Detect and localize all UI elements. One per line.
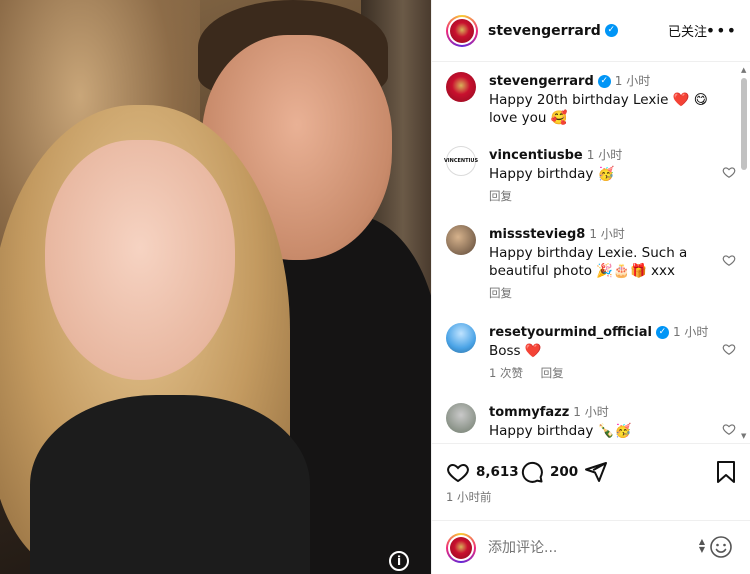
scrollbar-thumb[interactable] — [741, 78, 747, 170]
comments-scrollbar[interactable]: ▲ ▼ — [741, 66, 747, 440]
list-item: tommyfazz 1 小时 Happy birthday 🍾🥳 — [446, 403, 736, 440]
like-button[interactable]: 8,613 — [446, 460, 519, 484]
comment-time: 1 小时 — [672, 325, 709, 339]
comment-button[interactable]: 200 — [520, 460, 578, 484]
following-button[interactable]: 已关注 — [668, 21, 707, 40]
verified-badge-icon: ✓ — [655, 325, 669, 339]
comment-text: Happy birthday Lexie. Such a beautiful p… — [489, 245, 688, 279]
comment-username[interactable]: resetyourmind_official — [489, 325, 652, 340]
verified-badge-icon: ✓ — [604, 24, 618, 37]
crest-avatar-image — [450, 18, 474, 43]
list-item: resetyourmind_official ✓ 1 小时 Boss ❤️ 1 次赞… — [446, 323, 736, 381]
comment-bubble-icon — [521, 461, 543, 483]
avatar[interactable] — [446, 14, 478, 47]
heart-icon — [447, 463, 469, 483]
emoji-icon[interactable] — [709, 535, 733, 559]
reply-button[interactable]: 回复 — [489, 286, 512, 300]
save-button[interactable] — [715, 460, 737, 484]
comment-username[interactable]: stevengerrard — [489, 74, 594, 89]
expand-stepper-icon[interactable]: ▲ ▼ — [699, 538, 705, 554]
share-button[interactable] — [584, 460, 608, 484]
post-username[interactable]: stevengerrard ✓ — [488, 23, 618, 39]
reply-button[interactable]: 回复 — [541, 366, 564, 380]
comment-likes-count[interactable]: 1 次赞 — [489, 366, 523, 380]
reply-button[interactable]: 回复 — [489, 189, 512, 203]
more-options-icon[interactable]: ••• — [706, 21, 737, 40]
list-item: missstevieg8 1 小时 Happy birthday Lexie. S… — [446, 225, 736, 301]
post-header: stevengerrard ✓ 已关注 ••• — [432, 0, 750, 62]
avatar[interactable] — [446, 403, 476, 433]
post-panel: stevengerrard ✓ 已关注 ••• stevengerrard ✓ 1 小… — [431, 0, 750, 574]
avatar[interactable] — [446, 72, 476, 102]
like-comment-heart-icon[interactable] — [722, 165, 736, 179]
info-icon[interactable]: i — [389, 551, 409, 571]
comment-username[interactable]: vincentiusbe — [489, 148, 583, 163]
comment-text: Happy 20th birthday Lexie ❤️ 😋 love you … — [489, 92, 708, 126]
comment-text: Boss ❤️ — [489, 343, 542, 359]
avatar[interactable] — [446, 323, 476, 353]
add-comment-bar: ▲▼ — [432, 520, 750, 574]
comment-time: 1 小时 — [586, 148, 623, 162]
like-comment-heart-icon[interactable] — [722, 342, 736, 356]
woman-face — [45, 140, 235, 380]
comment-time: 1 小时 — [589, 227, 625, 241]
current-user-avatar — [446, 532, 476, 563]
comment-time: 1 小时 — [614, 74, 651, 88]
comment-username[interactable]: missstevieg8 — [489, 227, 585, 242]
post-timestamp[interactable]: 1 小时前 — [446, 489, 491, 505]
verified-badge-icon: ✓ — [597, 74, 611, 88]
comments-list[interactable]: stevengerrard ✓ 1 小时 Happy 20th birthday L… — [432, 62, 742, 442]
comment-username[interactable]: tommyfazz — [489, 405, 569, 420]
comment-text: Happy birthday 🥳 — [489, 166, 615, 182]
scroll-up-arrow-icon[interactable]: ▲ — [741, 66, 746, 74]
likes-count[interactable]: 8,613 — [476, 464, 519, 480]
comment-text: Happy birthday 🍾🥳 — [489, 423, 632, 439]
woman-figure — [30, 395, 310, 574]
like-comment-heart-icon[interactable] — [722, 253, 736, 267]
comments-count[interactable]: 200 — [550, 464, 578, 480]
send-icon — [585, 462, 607, 482]
scroll-down-arrow-icon[interactable]: ▼ — [741, 432, 746, 440]
comment-input[interactable] — [488, 539, 678, 556]
bookmark-icon — [717, 461, 735, 483]
crest-avatar-image — [450, 536, 472, 559]
list-item: VINCENTIUS vincentiusbe 1 小时 Happy birthd… — [444, 146, 736, 204]
like-comment-heart-icon[interactable] — [722, 422, 736, 436]
comment-time: 1 小时 — [573, 405, 609, 419]
avatar[interactable] — [446, 225, 476, 255]
post-photo[interactable]: i — [0, 0, 431, 574]
avatar[interactable]: VINCENTIUS — [444, 146, 478, 176]
caption: stevengerrard ✓ 1 小时 Happy 20th birthday L… — [446, 72, 736, 127]
crest-avatar-image — [446, 72, 476, 102]
